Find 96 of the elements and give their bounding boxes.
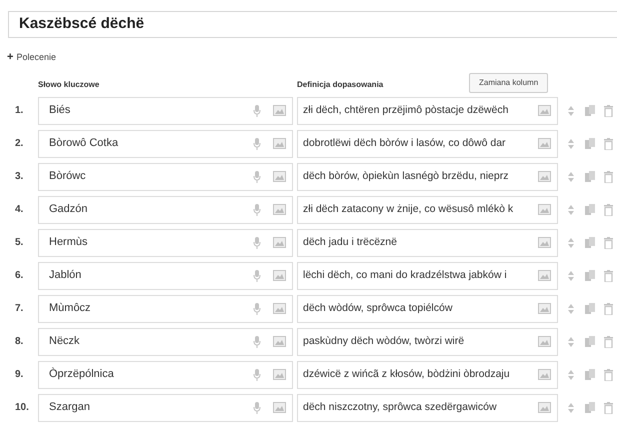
swap-columns-button[interactable]: Zamiana kolumn xyxy=(469,72,548,92)
image-icon[interactable] xyxy=(273,369,286,380)
image-icon[interactable] xyxy=(538,105,551,116)
microphone-icon[interactable] xyxy=(253,302,261,314)
microphone-icon[interactable] xyxy=(253,138,261,150)
trash-icon[interactable] xyxy=(604,104,613,116)
image-icon[interactable] xyxy=(273,270,286,281)
definition-field[interactable]: złi dëch zatacony w żnije, co wësusô mlékò k xyxy=(297,196,558,224)
row-number: 3. xyxy=(14,170,24,184)
title-field[interactable]: Kaszëbscé dëchë xyxy=(8,11,617,38)
image-icon[interactable] xyxy=(538,303,551,314)
image-icon[interactable] xyxy=(538,138,551,149)
microphone-icon[interactable] xyxy=(253,368,261,380)
keyword-field[interactable]: Mùmôcz xyxy=(38,294,293,322)
image-icon[interactable] xyxy=(273,336,286,347)
trash-icon[interactable] xyxy=(604,368,613,380)
definition-field[interactable]: dëch niszczotny, sprôwca szedërgawiców xyxy=(297,394,558,422)
keyword-field[interactable]: Òprzëpólnica xyxy=(38,360,293,388)
copy-icon[interactable] xyxy=(585,302,595,314)
image-icon[interactable] xyxy=(538,369,551,380)
microphone-icon[interactable] xyxy=(253,204,261,216)
reorder-icon[interactable] xyxy=(568,106,574,116)
keyword-field[interactable]: Gadzón xyxy=(38,196,293,224)
keyword-field[interactable]: Hermùs xyxy=(38,228,293,256)
microphone-icon[interactable] xyxy=(253,336,261,348)
image-icon[interactable] xyxy=(538,171,551,182)
definition-field[interactable]: dëch bòrów, òpiekùn lasnégò brzëdu, nieprz xyxy=(297,162,558,190)
keyword-field[interactable]: Jablón xyxy=(38,262,293,290)
trash-icon[interactable] xyxy=(604,302,613,314)
copy-icon[interactable] xyxy=(585,402,595,414)
definition-field[interactable]: dëch wòdów, sprôwca topiélców xyxy=(297,294,558,322)
definition-field[interactable]: paskùdny dëch wòdów, twòrzi wirë xyxy=(297,328,558,356)
reorder-icon[interactable] xyxy=(568,370,574,380)
keyword-field[interactable]: Biés xyxy=(38,96,293,124)
row-number: 2. xyxy=(14,137,24,151)
copy-icon[interactable] xyxy=(585,170,595,182)
microphone-icon[interactable] xyxy=(253,402,261,414)
trash-icon[interactable] xyxy=(604,138,613,150)
reorder-icon[interactable] xyxy=(568,238,574,248)
row-number: 8. xyxy=(14,335,24,349)
image-icon[interactable] xyxy=(538,402,551,413)
column-header: Definicja dopasowania xyxy=(297,78,384,90)
image-icon[interactable] xyxy=(273,138,286,149)
column-header: Słowo kluczowe xyxy=(38,78,100,90)
definition-field[interactable]: dzéwicë z wińcã z kłosów, bòdżini òbrodzaju xyxy=(297,360,558,388)
trash-icon[interactable] xyxy=(604,402,613,414)
keyword-field[interactable]: Nëczk xyxy=(38,328,293,356)
image-icon[interactable] xyxy=(273,204,286,215)
reorder-icon[interactable] xyxy=(568,402,574,412)
trash-icon[interactable] xyxy=(604,270,613,282)
row-number: 7. xyxy=(14,302,24,316)
image-icon[interactable] xyxy=(273,171,286,182)
trash-icon[interactable] xyxy=(604,336,613,348)
reorder-icon[interactable] xyxy=(568,336,574,346)
plus-icon[interactable]: + xyxy=(7,52,14,64)
image-icon[interactable] xyxy=(538,336,551,347)
instruction-link[interactable]: Polecenie xyxy=(16,51,56,64)
keyword-field[interactable]: Bòrówc xyxy=(38,162,293,190)
copy-icon[interactable] xyxy=(585,104,595,116)
microphone-icon[interactable] xyxy=(253,170,261,182)
trash-icon[interactable] xyxy=(604,204,613,216)
trash-icon[interactable] xyxy=(604,170,613,182)
image-icon[interactable] xyxy=(273,105,286,116)
row-number: 5. xyxy=(14,236,24,250)
reorder-icon[interactable] xyxy=(568,138,574,148)
copy-icon[interactable] xyxy=(585,368,595,380)
keyword-field[interactable]: Bòrowô Cotka xyxy=(38,130,293,158)
reorder-icon[interactable] xyxy=(568,172,574,182)
row-number: 6. xyxy=(14,269,24,283)
definition-field[interactable]: złi dëch, chtëren przëjimô pòstacje dzëwëch xyxy=(297,96,558,124)
image-icon[interactable] xyxy=(538,237,551,248)
definition-field[interactable]: lëchi dëch, co mani do kradzélstwa jabków i xyxy=(297,262,558,290)
copy-icon[interactable] xyxy=(585,270,595,282)
image-icon[interactable] xyxy=(273,237,286,248)
copy-icon[interactable] xyxy=(585,138,595,150)
copy-icon[interactable] xyxy=(585,204,595,216)
image-icon[interactable] xyxy=(538,204,551,215)
row-number: 1. xyxy=(14,104,24,118)
trash-icon[interactable] xyxy=(604,236,613,248)
copy-icon[interactable] xyxy=(585,336,595,348)
row-number: 9. xyxy=(14,368,24,382)
row-number: 4. xyxy=(14,203,24,217)
microphone-icon[interactable] xyxy=(253,236,261,248)
keyword-field[interactable]: Szargan xyxy=(38,394,293,422)
microphone-icon[interactable] xyxy=(253,104,261,116)
reorder-icon[interactable] xyxy=(568,304,574,314)
definition-field[interactable]: dëch jadu i trëcëznë xyxy=(297,228,558,256)
image-icon[interactable] xyxy=(538,270,551,281)
copy-icon[interactable] xyxy=(585,236,595,248)
reorder-icon[interactable] xyxy=(568,204,574,214)
row-number: 10. xyxy=(14,401,30,415)
image-icon[interactable] xyxy=(273,303,286,314)
reorder-icon[interactable] xyxy=(568,270,574,280)
microphone-icon[interactable] xyxy=(253,270,261,282)
image-icon[interactable] xyxy=(273,402,286,413)
definition-field[interactable]: dobrotlëwi dëch bòrów i lasów, co dôwô dar xyxy=(297,130,558,158)
